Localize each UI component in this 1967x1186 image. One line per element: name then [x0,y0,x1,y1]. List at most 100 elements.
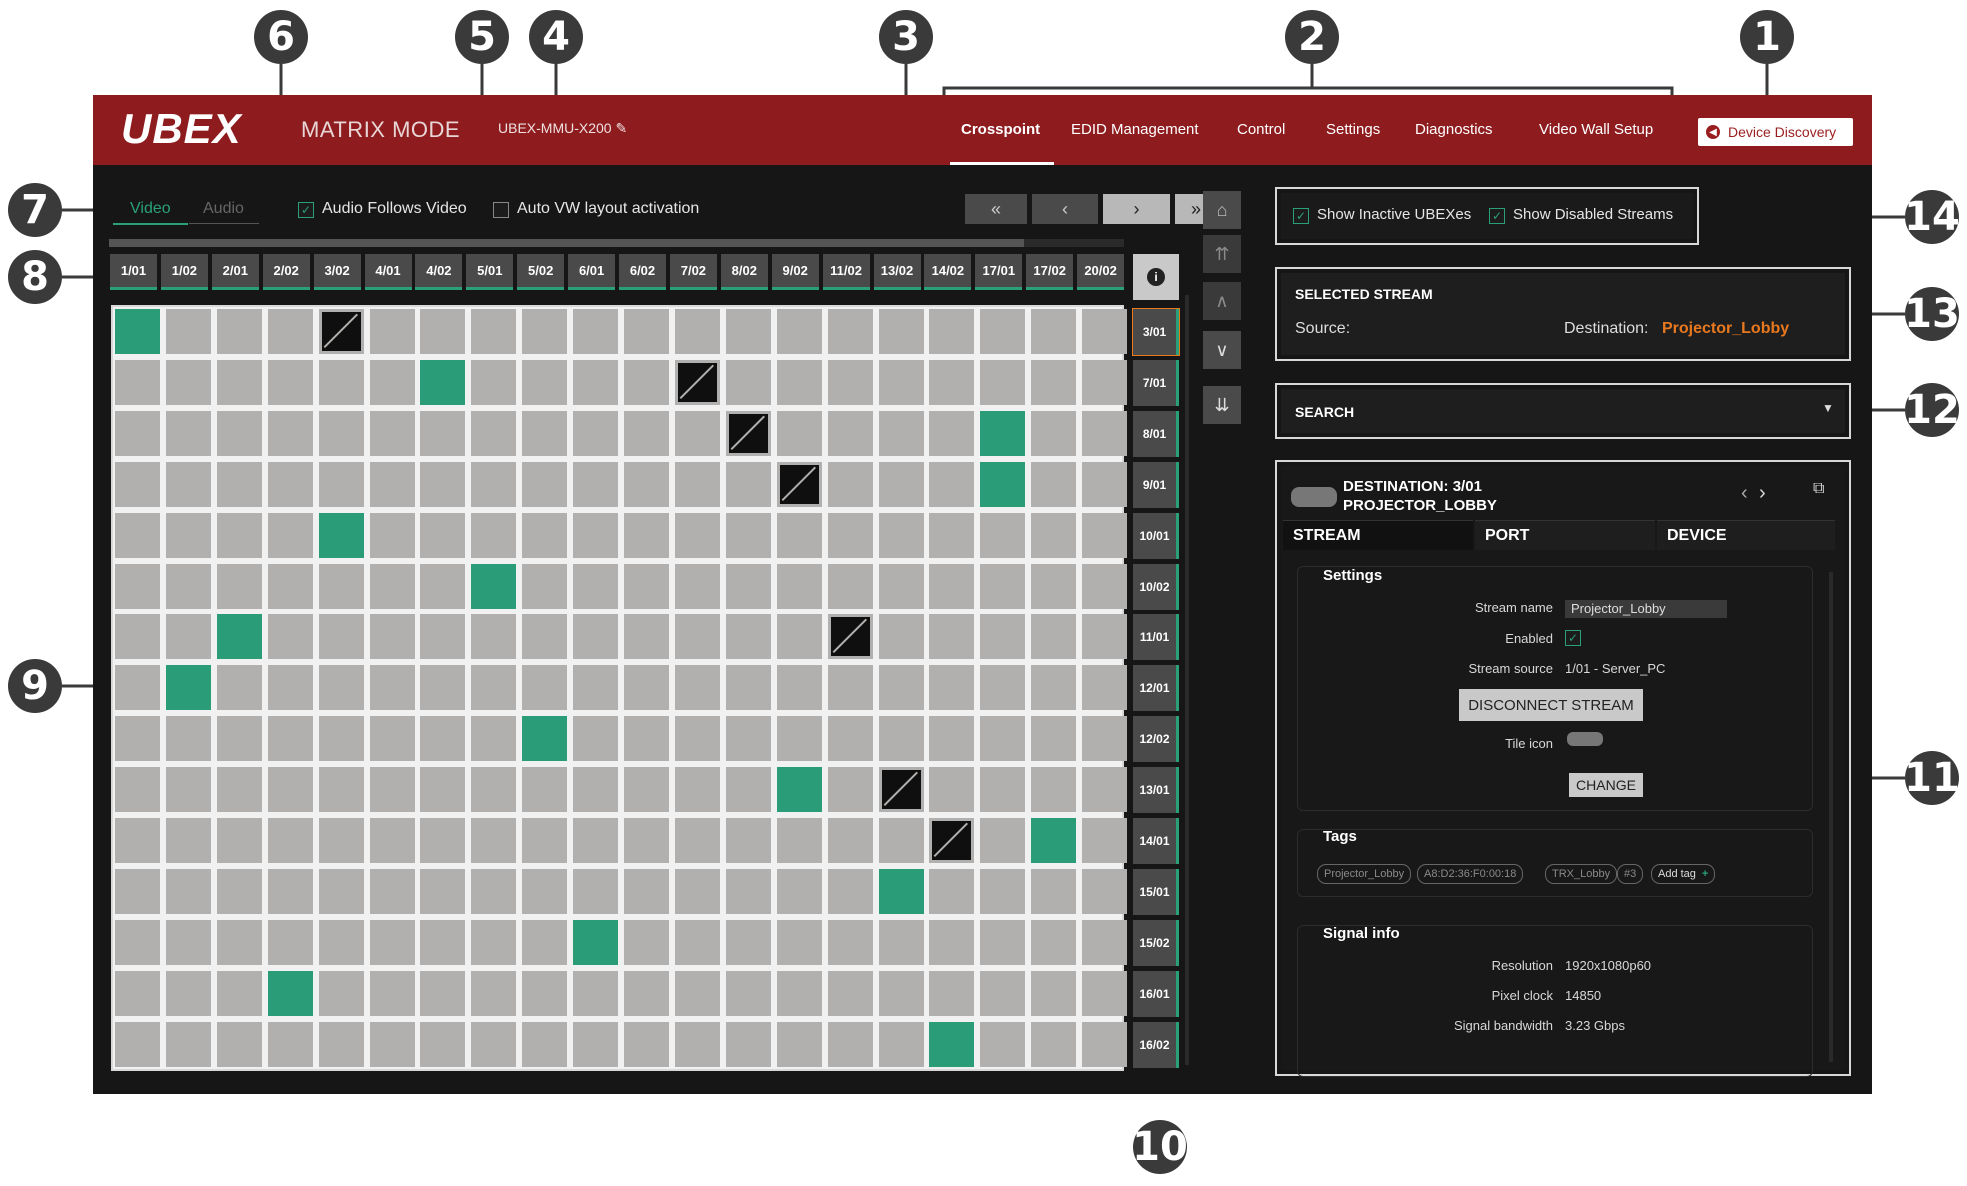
crosspoint-cell[interactable] [471,919,517,965]
crosspoint-cell[interactable] [776,410,822,456]
crosspoint-cell[interactable] [929,767,975,813]
crosspoint-cell[interactable] [725,461,771,507]
crosspoint-cell[interactable] [165,818,211,863]
crosspoint-cell[interactable] [1031,512,1077,558]
crosspoint-cell[interactable] [573,868,619,914]
crosspoint-cell[interactable] [522,359,568,405]
column-header[interactable]: 9/02 [771,254,819,290]
crosspoint-cell[interactable] [878,563,924,609]
crosspoint-cell[interactable] [929,512,975,558]
column-header[interactable]: 4/02 [415,254,463,290]
crosspoint-cell[interactable] [369,461,415,507]
crosspoint-cell[interactable] [165,767,211,813]
crosspoint-cell[interactable] [878,818,924,863]
crosspoint-cell[interactable] [420,563,466,609]
crosspoint-cell[interactable] [573,767,619,813]
device-name[interactable]: UBEX-MMU-X200 ✎ [498,120,627,137]
crosspoint-cell[interactable] [1031,309,1077,354]
crosspoint-cell[interactable] [1082,461,1128,507]
crosspoint-cell[interactable] [725,767,771,813]
crosspoint-cell[interactable] [573,359,619,405]
crosspoint-cell[interactable] [318,767,364,813]
crosspoint-cell[interactable] [420,614,466,660]
crosspoint-cell[interactable] [980,970,1026,1016]
crosspoint-cell[interactable] [725,359,771,405]
crosspoint-cell[interactable] [267,919,313,965]
crosspoint-cell[interactable] [1082,512,1128,558]
crosspoint-cell[interactable] [522,614,568,660]
column-header[interactable]: 3/02 [313,254,361,290]
popout-icon[interactable]: ⧉ [1813,480,1824,498]
crosspoint-cell[interactable] [827,563,873,609]
crosspoint-cell[interactable] [115,868,160,914]
column-header[interactable]: 13/02 [873,254,921,290]
crosspoint-cell[interactable] [1082,970,1128,1016]
crosspoint-cell[interactable] [573,614,619,660]
disconnect-stream-button[interactable]: DISCONNECT STREAM [1459,689,1643,721]
crosspoint-cell-connected[interactable] [980,461,1026,507]
scroll-down-icon[interactable]: ∨ [1203,331,1241,369]
crosspoint-cell[interactable] [471,309,517,354]
crosspoint-cell[interactable] [827,767,873,813]
crosspoint-cell[interactable] [420,919,466,965]
crosspoint-cell[interactable] [1082,665,1128,711]
crosspoint-cell[interactable] [827,410,873,456]
column-header[interactable]: 6/01 [568,254,616,290]
crosspoint-cell[interactable] [318,614,364,660]
crosspoint-cell-disabled[interactable] [827,614,873,660]
crosspoint-cell[interactable] [624,512,669,558]
crosspoint-cell[interactable] [573,716,619,762]
crosspoint-cell[interactable] [1082,716,1128,762]
crosspoint-cell[interactable] [369,919,415,965]
crosspoint-cell[interactable] [573,512,619,558]
crosspoint-cell[interactable] [165,359,211,405]
crosspoint-cell[interactable] [165,563,211,609]
crosspoint-cell[interactable] [725,919,771,965]
row-header[interactable]: 12/02 [1133,716,1179,763]
tab-port[interactable]: PORT [1475,520,1655,550]
crosspoint-cell[interactable] [420,665,466,711]
crosspoint-cell[interactable] [522,410,568,456]
crosspoint-cell[interactable] [878,461,924,507]
row-header[interactable]: 3/01 [1132,308,1180,356]
audio-follows-video-checkbox[interactable]: ✓ [298,202,314,218]
crosspoint-cell[interactable] [674,868,720,914]
crosspoint-cell[interactable] [165,461,211,507]
crosspoint-cell[interactable] [1082,359,1128,405]
crosspoint-cell[interactable] [878,359,924,405]
crosspoint-cell[interactable] [929,309,975,354]
column-header[interactable]: 5/01 [466,254,514,290]
crosspoint-cell[interactable] [522,970,568,1016]
crosspoint-cell[interactable] [776,614,822,660]
crosspoint-cell[interactable] [573,309,619,354]
crosspoint-cell[interactable] [776,359,822,405]
crosspoint-cell[interactable] [267,563,313,609]
tag-item[interactable]: TRX_Lobby [1545,864,1618,884]
crosspoint-cell[interactable] [420,767,466,813]
crosspoint-cell[interactable] [776,563,822,609]
crosspoint-cell[interactable] [267,359,313,405]
crosspoint-cell-connected[interactable] [573,919,619,965]
crosspoint-cell[interactable] [471,665,517,711]
tab-video[interactable]: Video [130,200,171,218]
crosspoint-cell[interactable] [776,1021,822,1067]
crosspoint-cell[interactable] [165,410,211,456]
crosspoint-cell[interactable] [420,461,466,507]
crosspoint-cell[interactable] [827,868,873,914]
crosspoint-cell[interactable] [115,410,160,456]
crosspoint-cell[interactable] [624,970,669,1016]
add-tag-button[interactable]: Add tag + [1651,864,1716,884]
crosspoint-cell[interactable] [369,716,415,762]
crosspoint-cell[interactable] [980,1021,1026,1067]
nav-settings[interactable]: Settings [1326,121,1380,138]
crosspoint-cell[interactable] [1031,716,1077,762]
crosspoint-cell[interactable] [115,818,160,863]
crosspoint-cell[interactable] [878,309,924,354]
row-header[interactable]: 7/01 [1133,359,1179,406]
crosspoint-cell[interactable] [776,716,822,762]
column-header[interactable]: 20/02 [1077,254,1125,290]
crosspoint-cell[interactable] [725,1021,771,1067]
crosspoint-cell[interactable] [878,410,924,456]
row-header[interactable]: 15/01 [1133,868,1179,915]
crosspoint-cell[interactable] [115,359,160,405]
